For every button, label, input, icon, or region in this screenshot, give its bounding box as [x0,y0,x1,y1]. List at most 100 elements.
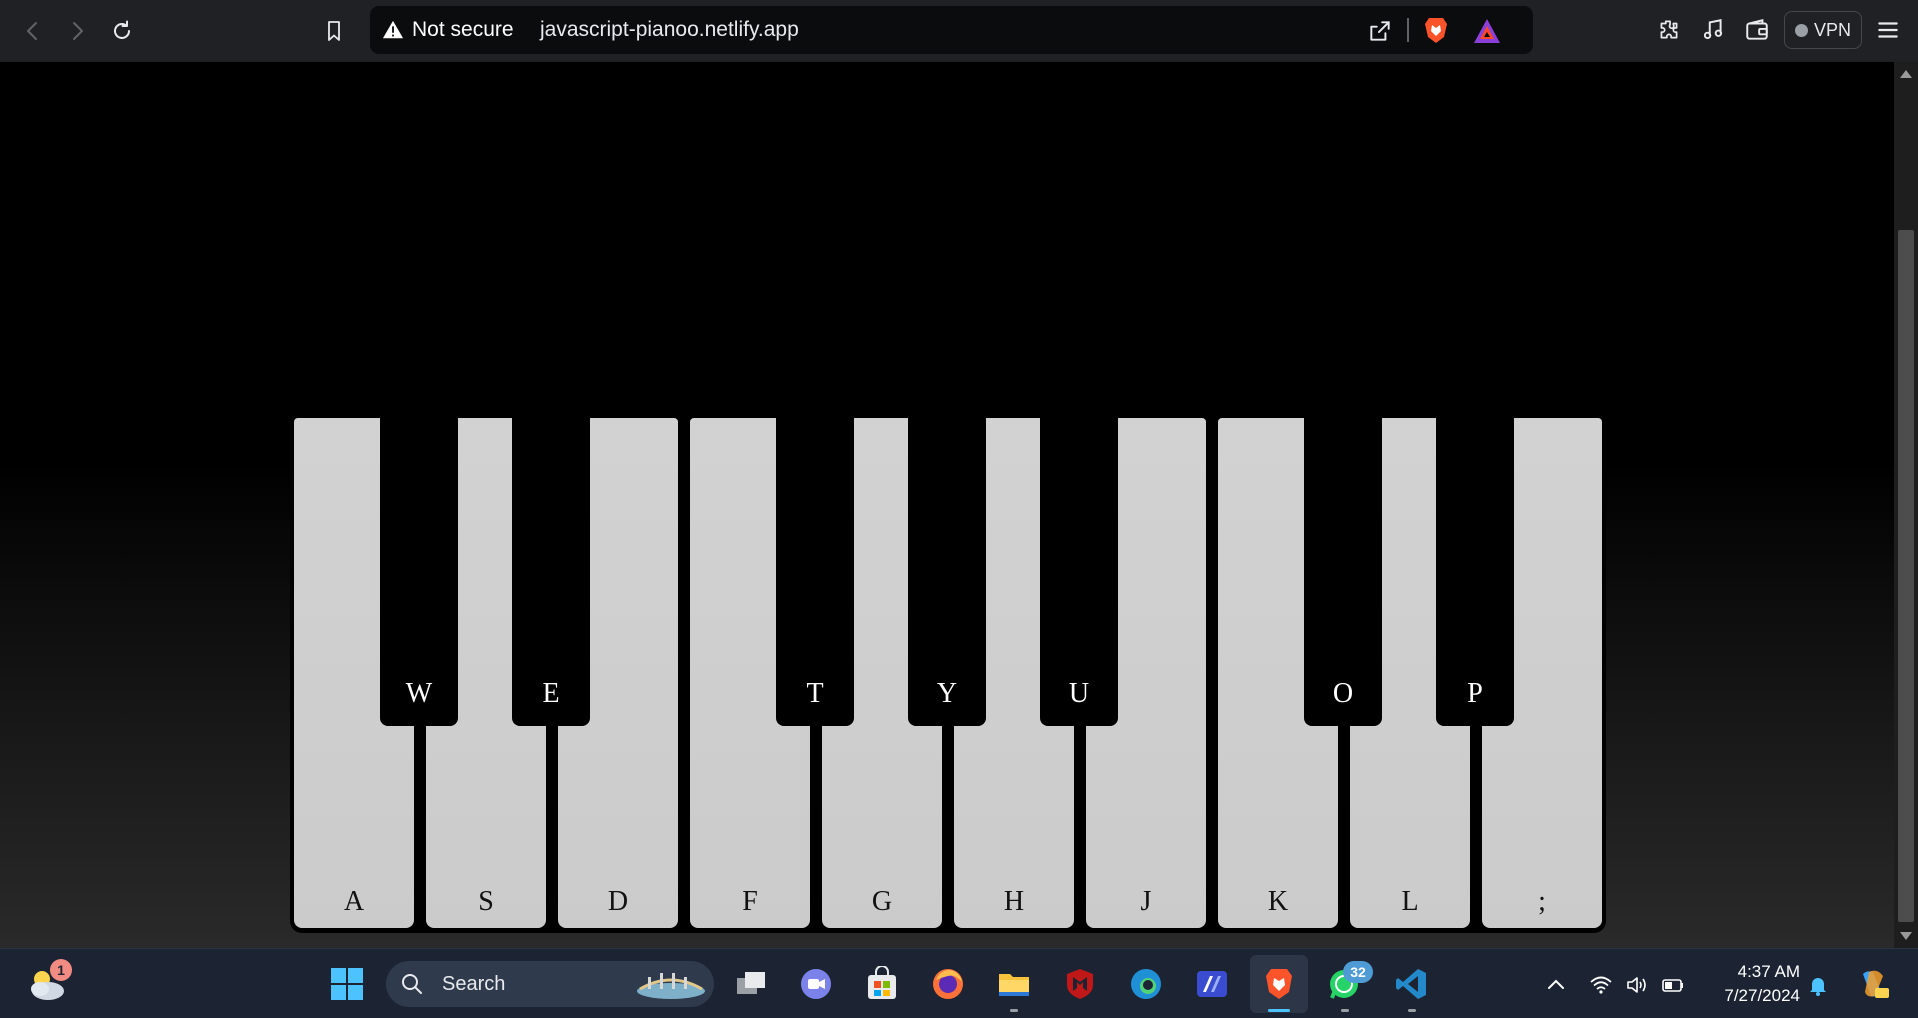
designer-icon [1197,971,1227,997]
taskbar-app-brave[interactable] [1258,963,1300,1005]
extensions-button[interactable] [1653,14,1685,46]
menu-button[interactable] [1872,14,1904,46]
vpn-label: VPN [1813,19,1851,40]
wallet-button[interactable] [1741,14,1773,46]
taskbar-search[interactable]: Search [386,961,714,1007]
running-indicator [1010,1009,1018,1012]
wifi-icon [1590,976,1612,994]
black-key[interactable]: O [1304,418,1382,726]
scroll-up-arrow[interactable] [1900,70,1912,78]
firefox-icon [933,969,963,999]
scroll-down-arrow[interactable] [1900,932,1912,940]
search-placeholder: Search [442,973,506,995]
separator [1407,18,1409,42]
store-icon [868,966,896,999]
vpn-icon [1794,23,1808,37]
key-label: E [542,678,560,709]
url-text[interactable]: javascript-pianoo.netlify.app [540,18,799,42]
taskbar-app-designer[interactable] [1191,963,1233,1005]
back-icon [27,22,37,40]
vscode-icon [1396,969,1426,999]
taskbar-app-mcafee[interactable] [1059,963,1101,1005]
brave-icon [1266,969,1292,999]
clock-time[interactable]: 4:37 AM [1700,962,1800,982]
black-key[interactable]: E [512,418,590,726]
vpn-button[interactable]: VPN [1784,11,1862,49]
task-view-icon [737,972,765,994]
tray-overflow-button[interactable] [1542,971,1570,999]
warning-icon[interactable] [382,19,404,41]
folder-icon [999,974,1029,996]
whatsapp-badge: 32 [1343,961,1373,983]
key-label: L [1401,886,1419,917]
start-button[interactable] [326,963,368,1005]
key-label: W [405,678,433,709]
key-label: P [1467,678,1483,709]
browser-toolbar: Not secure javascript-pianoo.netlify.app… [0,0,1918,62]
black-key[interactable]: Y [908,418,986,726]
key-label: J [1140,886,1152,917]
bookmark-button[interactable] [315,12,353,50]
key-label: T [806,678,824,709]
wifi-button[interactable] [1587,971,1615,999]
taskbar-app-vscode[interactable] [1390,963,1432,1005]
chevron-up-icon [1548,979,1564,989]
volume-button[interactable] [1623,971,1651,999]
reload-button[interactable] [103,12,141,50]
forward-icon [73,22,83,40]
black-key[interactable]: P [1436,418,1514,726]
bell-icon [1810,978,1826,996]
media-icon [1703,19,1723,40]
taskbar-app-file-explorer[interactable] [993,963,1035,1005]
key-label: G [871,886,893,917]
page-scrollbar[interactable] [1894,62,1918,948]
running-indicator [1408,1009,1416,1012]
security-status[interactable]: Not secure [412,18,514,42]
bookmark-icon [328,21,340,41]
key-label: U [1068,678,1090,709]
battery-icon [1662,979,1683,992]
key-label: K [1267,886,1289,917]
video-call-icon [801,969,831,999]
task-view-button[interactable] [730,963,772,1005]
address-bar[interactable]: Not secure javascript-pianoo.netlify.app [370,6,1533,54]
scroll-thumb[interactable] [1898,230,1914,922]
black-key[interactable]: W [380,418,458,726]
taskbar-app-edge[interactable] [1125,963,1167,1005]
piano: A S D F G H J K L ; W E T Y U O P [290,418,1606,933]
taskbar-app-meet[interactable] [795,963,837,1005]
clock-date[interactable]: 7/27/2024 [1700,986,1800,1006]
search-highlight-icon [637,973,705,999]
share-icon[interactable] [1367,18,1393,44]
running-indicator [1341,1009,1349,1012]
notifications-button[interactable] [1804,971,1832,999]
menu-icon [1878,22,1898,38]
mcafee-icon [1067,969,1093,999]
back-button[interactable] [14,12,52,50]
windows-taskbar: 1 Search 32 4:37 AM 7/27/2024 [0,948,1918,1018]
copilot-button[interactable] [1852,963,1894,1005]
weather-badge: 1 [50,959,72,981]
media-button[interactable] [1697,14,1729,46]
battery-button[interactable] [1659,971,1687,999]
extensions-icon [1660,20,1678,39]
reload-icon [114,20,130,39]
key-label: H [1003,886,1025,917]
key-label: S [478,886,494,917]
forward-button[interactable] [58,12,96,50]
brave-shields-icon[interactable] [1421,15,1451,45]
black-key[interactable]: T [776,418,854,726]
search-icon [402,974,422,994]
taskbar-app-store[interactable] [861,963,903,1005]
windows-icon [331,968,363,1000]
brave-rewards-icon[interactable] [1472,17,1502,45]
taskbar-app-firefox[interactable] [927,963,969,1005]
page-viewport: A S D F G H J K L ; W E T Y U O P [0,62,1894,948]
black-key[interactable]: U [1040,418,1118,726]
key-label: Y [936,678,958,709]
edge-icon [1131,969,1161,999]
key-label: ; [1538,886,1546,917]
key-label: O [1332,678,1354,709]
key-label: A [343,886,365,917]
key-label: F [742,886,758,917]
